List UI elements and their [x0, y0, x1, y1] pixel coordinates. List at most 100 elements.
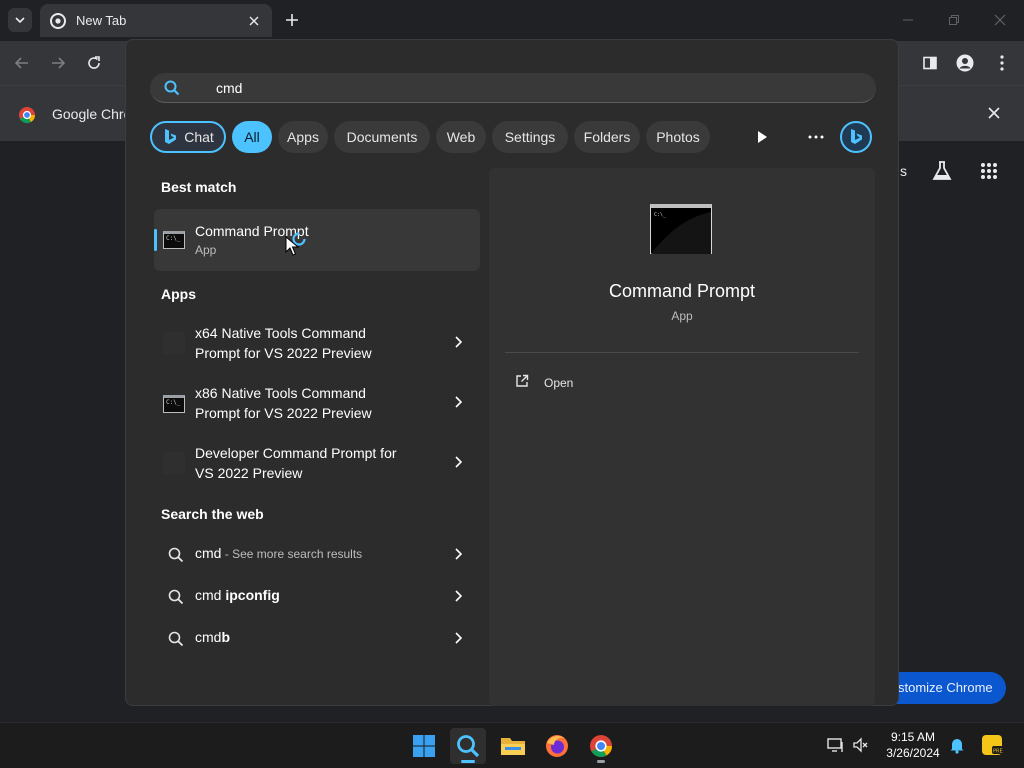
open-action-label: Open [544, 376, 574, 390]
filter-photos[interactable]: Photos [646, 121, 710, 153]
web-result-text: cmd - See more search results [195, 545, 362, 561]
app-title-line1: x64 Native Tools Command [195, 325, 366, 341]
search-query-text: cmd [216, 80, 243, 96]
firefox-icon [546, 735, 568, 757]
partial-link-text[interactable]: s [900, 163, 907, 179]
chevron-right-icon[interactable] [454, 632, 462, 644]
infobar-text: Google Chro [52, 106, 132, 122]
start-button[interactable] [406, 728, 442, 764]
web-result-bold: b [221, 629, 231, 645]
restore-button[interactable] [944, 10, 964, 30]
chevron-right-icon[interactable] [454, 336, 462, 348]
customize-chrome-label: stomize Chrome [898, 680, 993, 695]
new-tab-button[interactable] [282, 10, 302, 30]
search-web-heading: Search the web [161, 506, 264, 522]
chrome-taskbar-button[interactable] [583, 728, 619, 764]
search-input[interactable]: cmd [150, 73, 876, 103]
tab-search-button[interactable] [8, 8, 32, 32]
windows-logo-icon [413, 735, 435, 757]
close-icon [994, 14, 1006, 26]
volume-muted-icon[interactable] [851, 735, 871, 755]
apps-grid-icon[interactable] [980, 162, 998, 185]
web-result-cmdb[interactable]: cmdb [154, 621, 480, 657]
filter-photos-label: Photos [656, 129, 700, 145]
chevron-right-icon[interactable] [454, 396, 462, 408]
file-explorer-button[interactable] [495, 728, 531, 764]
filter-all[interactable]: All [232, 121, 272, 153]
mouse-cursor-icon [285, 236, 299, 256]
more-options-button[interactable] [804, 125, 828, 149]
best-match-item[interactable]: Command Prompt App [154, 209, 480, 271]
firefox-button[interactable] [539, 728, 575, 764]
profile-button[interactable] [953, 51, 977, 75]
web-result-cmd-ipconfig[interactable]: cmd ipconfig [154, 579, 480, 615]
search-icon [168, 589, 184, 605]
app-title-line1: Developer Command Prompt for [195, 445, 397, 461]
best-match-subtitle: App [195, 243, 217, 257]
filter-settings[interactable]: Settings [492, 121, 568, 153]
divider [505, 352, 859, 353]
profile-icon [956, 54, 974, 72]
filter-all-label: All [244, 129, 260, 145]
filter-apps[interactable]: Apps [278, 121, 328, 153]
filter-documents[interactable]: Documents [334, 121, 430, 153]
taskbar: 9:15 AM 3/26/2024 PRE [0, 722, 1024, 768]
reload-button[interactable] [82, 51, 106, 75]
chevron-down-icon [15, 17, 25, 23]
chrome-logo-icon [590, 735, 612, 757]
play-icon [758, 131, 767, 143]
results-list: Best match Command Prompt App Apps x64 N… [150, 168, 480, 698]
best-match-heading: Best match [161, 179, 237, 195]
app-title-line2: VS 2022 Preview [195, 465, 303, 481]
chevron-right-icon[interactable] [454, 456, 462, 468]
taskbar-search-button[interactable] [450, 728, 486, 764]
filter-apps-label: Apps [287, 129, 319, 145]
app-icon [163, 452, 185, 474]
forward-button[interactable] [46, 51, 70, 75]
web-result-text: cmd ipconfig [195, 587, 280, 603]
search-icon [168, 631, 184, 647]
close-window-button[interactable] [990, 10, 1010, 30]
back-button[interactable] [10, 51, 34, 75]
bing-button[interactable] [840, 121, 872, 153]
bing-chat-icon [165, 129, 177, 144]
filter-chat[interactable]: Chat [150, 121, 226, 153]
command-prompt-icon [163, 231, 185, 249]
forward-arrow-icon [52, 57, 66, 69]
web-result-text: cmdb [195, 629, 230, 645]
web-result-prefix: cmd [195, 629, 222, 645]
preview-pane: C:\_ Command Prompt App Open [489, 168, 875, 706]
chevron-right-icon[interactable] [454, 548, 462, 560]
filter-web-label: Web [446, 129, 476, 145]
tab-new-tab[interactable]: New Tab [40, 4, 272, 37]
preview-title: Command Prompt [608, 281, 756, 301]
notification-bell-icon[interactable] [947, 735, 967, 755]
app-title-line2: Prompt for VS 2022 Preview [195, 405, 372, 421]
network-icon[interactable] [826, 735, 846, 755]
list-item-x86-native-tools[interactable]: x86 Native Tools Command Prompt for VS 2… [154, 376, 480, 432]
search-icon [457, 735, 480, 758]
apps-heading: Apps [161, 286, 196, 302]
side-panel-button[interactable] [918, 51, 942, 75]
tab-title: New Tab [76, 13, 127, 28]
minimize-icon [903, 19, 913, 21]
preview-subtitle: App [671, 309, 693, 323]
tab-close-icon[interactable] [246, 13, 262, 29]
minimize-button[interactable] [898, 10, 918, 30]
filter-folders[interactable]: Folders [574, 121, 640, 153]
open-action[interactable]: Open [515, 374, 635, 394]
web-result-cmd[interactable]: cmd - See more search results [154, 537, 480, 573]
more-filters-button[interactable] [750, 125, 774, 149]
filter-settings-label: Settings [504, 129, 556, 145]
list-item-x64-native-tools[interactable]: x64 Native Tools Command Prompt for VS 2… [154, 316, 480, 372]
app-title-line1: x86 Native Tools Command [195, 385, 366, 401]
taskbar-clock[interactable]: 9:15 AM 3/26/2024 [878, 729, 948, 761]
infobar-close-icon[interactable] [988, 106, 1000, 124]
active-indicator [461, 760, 475, 763]
chrome-menu-button[interactable] [990, 51, 1014, 75]
chevron-right-icon[interactable] [454, 590, 462, 602]
list-item-developer-command-prompt[interactable]: Developer Command Prompt for VS 2022 Pre… [154, 436, 480, 492]
insider-preview-icon[interactable]: PRE [980, 733, 1004, 757]
filter-web[interactable]: Web [436, 121, 486, 153]
labs-flask-icon[interactable] [931, 160, 953, 187]
